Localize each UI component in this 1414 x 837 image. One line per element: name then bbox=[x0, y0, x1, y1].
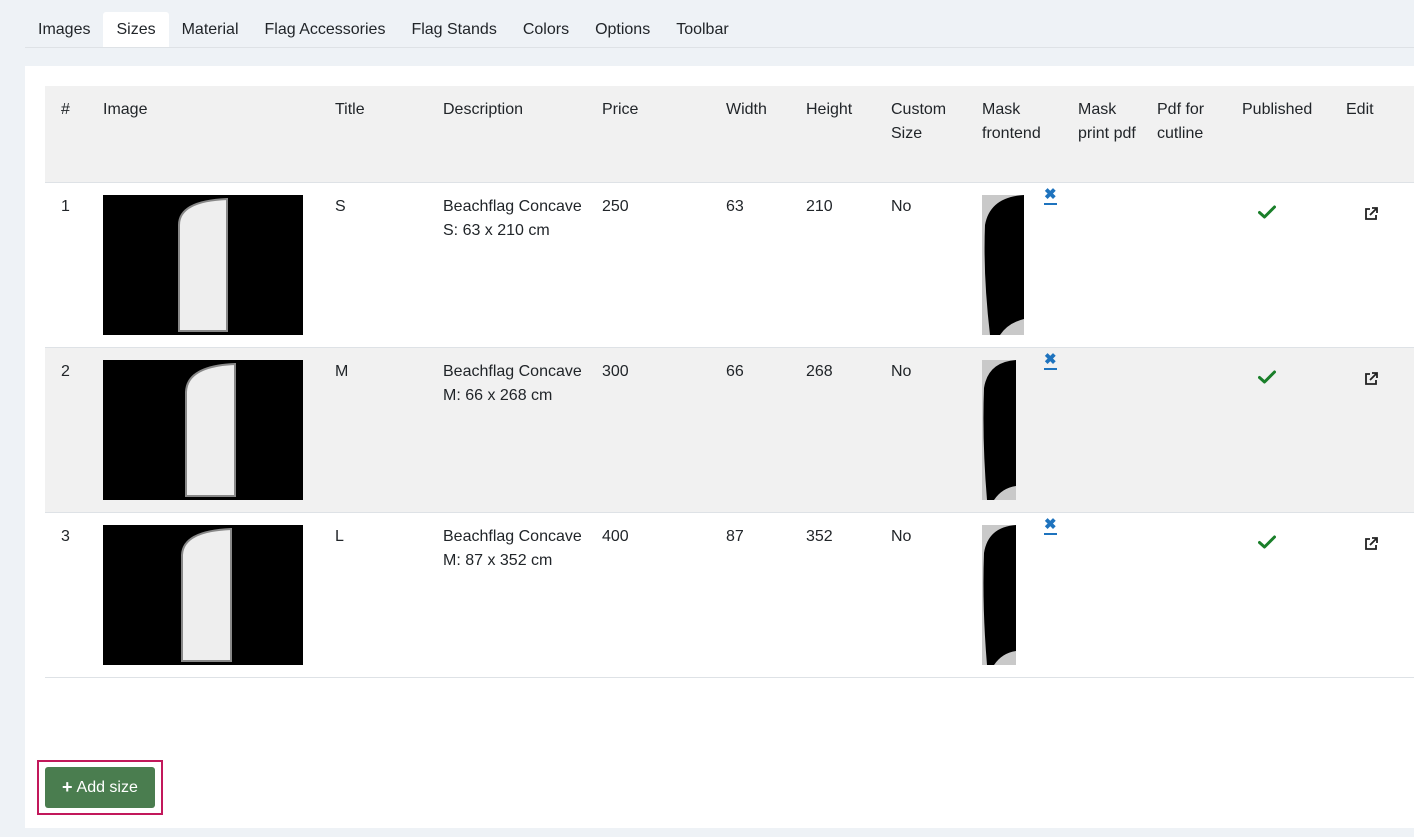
cell-pdf-for-cutline bbox=[1157, 347, 1242, 513]
sizes-panel: # Image Title Description Price Width He… bbox=[25, 66, 1414, 828]
header-mask-print-pdf: Mask print pdf bbox=[1078, 86, 1157, 183]
size-preview-image bbox=[103, 195, 303, 335]
cell-num: 2 bbox=[45, 347, 103, 513]
table-header-row: # Image Title Description Price Width He… bbox=[45, 86, 1414, 183]
cell-custom-size: No bbox=[891, 347, 982, 513]
published-check-icon[interactable] bbox=[1258, 370, 1276, 384]
cell-width: 63 bbox=[726, 182, 806, 348]
cell-pdf-for-cutline bbox=[1157, 512, 1242, 678]
delete-mask-icon[interactable]: ✖ bbox=[1044, 187, 1057, 205]
table-row: 1 S Beachflag Concave S: 63 x 210 cm 250… bbox=[45, 182, 1414, 348]
published-check-icon[interactable] bbox=[1258, 205, 1276, 219]
tab-sizes[interactable]: Sizes bbox=[103, 12, 169, 47]
add-size-label: Add size bbox=[76, 778, 138, 796]
tab-bar: Images Sizes Material Flag Accessories F… bbox=[25, 12, 1414, 48]
header-price: Price bbox=[602, 86, 726, 183]
header-edit: Edit bbox=[1346, 86, 1414, 183]
cell-description: Beachflag Concave M: 87 x 352 cm bbox=[443, 512, 602, 678]
size-preview-image bbox=[103, 360, 303, 500]
tab-options[interactable]: Options bbox=[582, 12, 663, 47]
header-image: Image bbox=[103, 86, 335, 183]
cell-mask-print-pdf bbox=[1078, 512, 1157, 678]
cell-width: 87 bbox=[726, 512, 806, 678]
tab-flag-stands[interactable]: Flag Stands bbox=[398, 12, 509, 47]
cell-price: 250 bbox=[602, 182, 726, 348]
sizes-table: # Image Title Description Price Width He… bbox=[45, 86, 1414, 678]
header-height: Height bbox=[806, 86, 891, 183]
add-size-button[interactable]: + Add size bbox=[45, 767, 155, 808]
delete-mask-icon[interactable]: ✖ bbox=[1044, 517, 1057, 535]
delete-mask-icon[interactable]: ✖ bbox=[1044, 352, 1057, 370]
tab-flag-accessories[interactable]: Flag Accessories bbox=[252, 12, 399, 47]
cell-num: 1 bbox=[45, 182, 103, 348]
external-link-icon[interactable] bbox=[1364, 537, 1378, 551]
mask-frontend-image bbox=[982, 525, 1016, 665]
cell-pdf-for-cutline bbox=[1157, 182, 1242, 348]
cell-price: 300 bbox=[602, 347, 726, 513]
tab-material[interactable]: Material bbox=[169, 12, 252, 47]
mask-frontend-image bbox=[982, 195, 1024, 335]
header-title: Title bbox=[335, 86, 443, 183]
tab-images[interactable]: Images bbox=[25, 12, 103, 47]
cell-title: M bbox=[335, 347, 443, 513]
plus-icon: + bbox=[62, 777, 73, 797]
mask-frontend-image bbox=[982, 360, 1016, 500]
cell-description: Beachflag Concave S: 63 x 210 cm bbox=[443, 182, 602, 348]
cell-title: S bbox=[335, 182, 443, 348]
header-mask-frontend: Mask frontend bbox=[982, 86, 1078, 183]
tab-toolbar[interactable]: Toolbar bbox=[663, 12, 741, 47]
tab-colors[interactable]: Colors bbox=[510, 12, 582, 47]
cell-price: 400 bbox=[602, 512, 726, 678]
size-preview-image bbox=[103, 525, 303, 665]
table-row: 3 L Beachflag Concave M: 87 x 352 cm 400… bbox=[45, 512, 1414, 678]
header-custom-size: Custom Size bbox=[891, 86, 982, 183]
cell-custom-size: No bbox=[891, 182, 982, 348]
cell-mask-print-pdf bbox=[1078, 182, 1157, 348]
cell-num: 3 bbox=[45, 512, 103, 678]
header-description: Description bbox=[443, 86, 602, 183]
cell-mask-print-pdf bbox=[1078, 347, 1157, 513]
table-row: 2 M Beachflag Concave M: 66 x 268 cm 300… bbox=[45, 347, 1414, 513]
header-width: Width bbox=[726, 86, 806, 183]
cell-height: 210 bbox=[806, 182, 891, 348]
cell-custom-size: No bbox=[891, 512, 982, 678]
add-size-highlight: + Add size bbox=[37, 760, 163, 815]
published-check-icon[interactable] bbox=[1258, 535, 1276, 549]
header-num: # bbox=[45, 86, 103, 183]
header-published: Published bbox=[1242, 86, 1346, 183]
cell-description: Beachflag Concave M: 66 x 268 cm bbox=[443, 347, 602, 513]
cell-title: L bbox=[335, 512, 443, 678]
external-link-icon[interactable] bbox=[1364, 372, 1378, 386]
cell-height: 352 bbox=[806, 512, 891, 678]
external-link-icon[interactable] bbox=[1364, 207, 1378, 221]
cell-height: 268 bbox=[806, 347, 891, 513]
header-pdf-for-cutline: Pdf for cutline bbox=[1157, 86, 1242, 183]
cell-width: 66 bbox=[726, 347, 806, 513]
